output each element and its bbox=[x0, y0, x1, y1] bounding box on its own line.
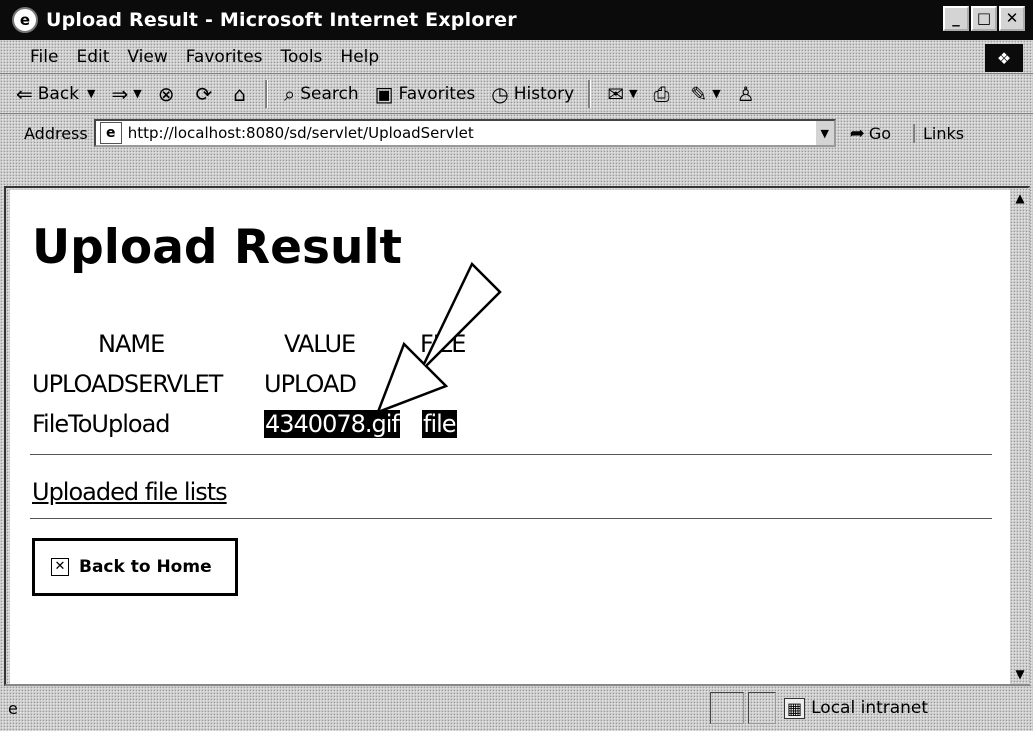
messenger-button[interactable]: ♙ bbox=[737, 82, 760, 106]
address-dropdown-icon[interactable]: ▼ bbox=[813, 121, 834, 145]
horizontal-rule bbox=[30, 454, 992, 455]
home-icon: ⌂ bbox=[233, 81, 246, 106]
history-button[interactable]: ◷ History bbox=[491, 82, 574, 106]
uploaded-file-lists-link[interactable]: Uploaded file lists bbox=[32, 478, 228, 506]
go-arrow-icon: ➦ bbox=[849, 122, 865, 144]
search-icon: ⌕ bbox=[283, 81, 296, 106]
page-icon: e bbox=[99, 122, 122, 144]
table-row-name: FileToUpload bbox=[32, 410, 171, 438]
broken-image-icon: ✕ bbox=[51, 558, 69, 576]
window-title: Upload Result - Microsoft Internet Explo… bbox=[46, 9, 517, 31]
go-button[interactable]: ➦ Go bbox=[850, 123, 891, 144]
refresh-button[interactable]: ⟳ bbox=[196, 82, 218, 106]
go-label: Go bbox=[868, 123, 891, 143]
horizontal-rule bbox=[30, 518, 992, 519]
back-button[interactable]: ⇐ Back ▼ bbox=[16, 82, 96, 106]
print-button[interactable]: ⎙ bbox=[653, 82, 674, 106]
edit-icon: ✎ bbox=[690, 81, 708, 106]
table-row-value: UPLOAD bbox=[264, 370, 357, 398]
scroll-up-icon[interactable]: ▲ bbox=[1010, 188, 1030, 208]
address-url: http://localhost:8080/sd/servlet/UploadS… bbox=[127, 124, 474, 142]
forward-arrow-icon: ⇒ bbox=[111, 81, 129, 106]
address-input[interactable]: e http://localhost:8080/sd/servlet/Uploa… bbox=[93, 119, 836, 147]
security-zone: ▦ Local intranet bbox=[784, 692, 928, 724]
page-title: Upload Result bbox=[32, 220, 403, 275]
address-bar: Address e http://localhost:8080/sd/servl… bbox=[0, 114, 1033, 152]
favorites-label: Favorites bbox=[398, 83, 476, 104]
home-button[interactable]: ⌂ bbox=[233, 82, 251, 106]
zone-label: Local intranet bbox=[811, 698, 929, 718]
maximize-button[interactable]: □ bbox=[971, 6, 997, 31]
links-button[interactable]: Links bbox=[913, 123, 964, 143]
address-label: Address bbox=[24, 123, 88, 143]
table-row-name: UPLOADSERVLET bbox=[32, 370, 223, 398]
mail-icon: ✉ bbox=[607, 81, 624, 106]
scroll-down-icon[interactable]: ▼ bbox=[1010, 664, 1030, 684]
back-arrow-icon: ⇐ bbox=[16, 81, 33, 106]
back-to-home-label: Back to Home bbox=[79, 557, 212, 577]
window-controls: _ □ ✕ bbox=[943, 6, 1025, 31]
favorites-button[interactable]: ▣ Favorites bbox=[375, 82, 476, 106]
menu-edit[interactable]: Edit bbox=[76, 47, 109, 67]
menu-favorites[interactable]: Favorites bbox=[186, 47, 263, 67]
back-label: Back bbox=[37, 83, 80, 104]
edit-dropdown-icon[interactable]: ▼ bbox=[712, 87, 720, 100]
title-bar: e Upload Result - Microsoft Internet Exp… bbox=[0, 0, 1033, 40]
status-pane bbox=[710, 692, 744, 724]
menu-file[interactable]: File bbox=[30, 47, 58, 67]
status-pane bbox=[748, 692, 776, 724]
mail-button[interactable]: ✉ ▼ bbox=[607, 82, 637, 106]
standard-toolbar: ⇐ Back ▼ ⇒ ▼ ⊗ ⟳ ⌂ ⌕ Search ▣ Favorites … bbox=[0, 74, 1033, 114]
refresh-icon: ⟳ bbox=[195, 81, 213, 106]
menu-bar: File Edit View Favorites Tools Help bbox=[0, 40, 1033, 74]
favorites-icon: ▣ bbox=[374, 81, 394, 106]
messenger-icon: ♙ bbox=[736, 81, 755, 106]
menu-view[interactable]: View bbox=[127, 47, 167, 67]
column-header-value: VALUE bbox=[284, 330, 356, 358]
toolbar-separator bbox=[588, 79, 592, 108]
history-label: History bbox=[513, 83, 575, 104]
column-header-name: NAME bbox=[98, 330, 165, 358]
annotation-arrow bbox=[375, 262, 502, 415]
windows-logo-icon: ❖ bbox=[985, 44, 1023, 72]
forward-button[interactable]: ⇒ ▼ bbox=[112, 82, 142, 106]
intranet-icon: ▦ bbox=[784, 697, 806, 719]
toolbar-separator bbox=[264, 79, 268, 108]
ie-logo-icon: e bbox=[12, 7, 38, 33]
menu-tools[interactable]: Tools bbox=[281, 47, 323, 67]
stop-icon: ⊗ bbox=[157, 81, 175, 106]
menu-help[interactable]: Help bbox=[340, 47, 379, 67]
history-icon: ◷ bbox=[491, 81, 509, 106]
vertical-scrollbar[interactable]: ▲ ▼ bbox=[1010, 188, 1030, 684]
status-page-icon: e bbox=[8, 699, 18, 718]
status-bar: e ▦ Local intranet bbox=[0, 686, 1033, 731]
page-content: Upload Result NAME VALUE FILE UPLOADSERV… bbox=[10, 190, 1012, 684]
forward-dropdown-icon[interactable]: ▼ bbox=[133, 87, 141, 100]
search-label: Search bbox=[300, 83, 359, 104]
mail-dropdown-icon[interactable]: ▼ bbox=[629, 87, 637, 100]
search-button[interactable]: ⌕ Search bbox=[284, 82, 359, 106]
stop-button[interactable]: ⊗ bbox=[158, 82, 180, 106]
print-icon: ⎙ bbox=[653, 81, 670, 106]
back-to-home-button[interactable]: ✕ Back to Home bbox=[32, 538, 238, 596]
close-button[interactable]: ✕ bbox=[999, 6, 1025, 31]
minimize-button[interactable]: _ bbox=[943, 6, 969, 31]
edit-button[interactable]: ✎ ▼ bbox=[690, 82, 720, 106]
back-dropdown-icon[interactable]: ▼ bbox=[87, 87, 95, 100]
